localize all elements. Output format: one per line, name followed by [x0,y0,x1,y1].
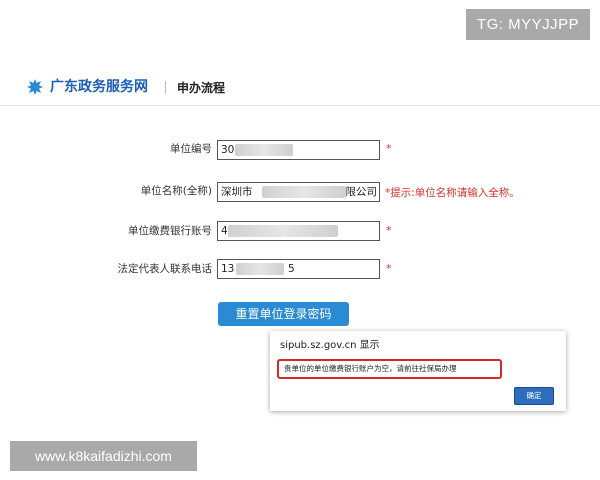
redaction-mask [262,186,346,198]
unit-name-value: 深圳市 [221,186,253,198]
legal-rep-phone-input[interactable]: 13 5 [217,259,380,279]
page-title: 申办流程 [177,81,226,95]
redaction-mask [228,225,338,237]
legal-rep-phone-label: 法定代表人联系电话 [117,263,213,275]
dialog-title: sipub.sz.gov.cn 显示 [280,340,380,351]
header-divider [165,81,166,94]
watermark: www.k8kaifadizhi.com [10,441,197,471]
dialog-message: 贵单位的单位缴费银行账户为空，请前往社保局办理 [284,364,457,373]
redaction-mask [236,263,284,275]
unit-name-hint: *提示:单位名称请输入全称。 [385,187,520,199]
phone-value: 13 [221,263,235,275]
redaction-mask [235,144,293,156]
unit-name-label: 单位名称(全称) [140,185,212,197]
site-header: 广东政务服务网 申办流程 [0,70,600,106]
bank-account-value: 4 [221,225,228,237]
bank-account-input[interactable]: 4 [217,221,380,241]
unit-name-value-tail: 限公司 [345,186,378,198]
bank-account-label: 单位缴费银行账号 [128,225,212,237]
unit-id-label: 单位编号 [170,143,212,155]
site-name[interactable]: 广东政务服务网 [50,77,148,97]
required-mark: * [386,142,392,155]
required-mark: * [386,224,392,237]
dialog-ok-button[interactable]: 确定 [514,387,554,405]
reset-login-password-button[interactable]: 重置单位登录密码 [218,302,349,326]
unit-id-input[interactable]: 30 [217,140,380,160]
site-logo-icon [27,79,43,95]
unit-id-value: 30 [221,144,235,156]
unit-name-input[interactable]: 深圳市 限公司 [217,182,380,202]
required-mark: * [386,262,392,275]
tg-badge: TG: MYYJJPP [466,9,590,40]
dialog-message-highlight: 贵单位的单位缴费银行账户为空，请前往社保局办理 [277,359,502,379]
alert-dialog: sipub.sz.gov.cn 显示 贵单位的单位缴费银行账户为空，请前往社保局… [270,331,566,411]
phone-value-tail: 5 [288,263,295,275]
